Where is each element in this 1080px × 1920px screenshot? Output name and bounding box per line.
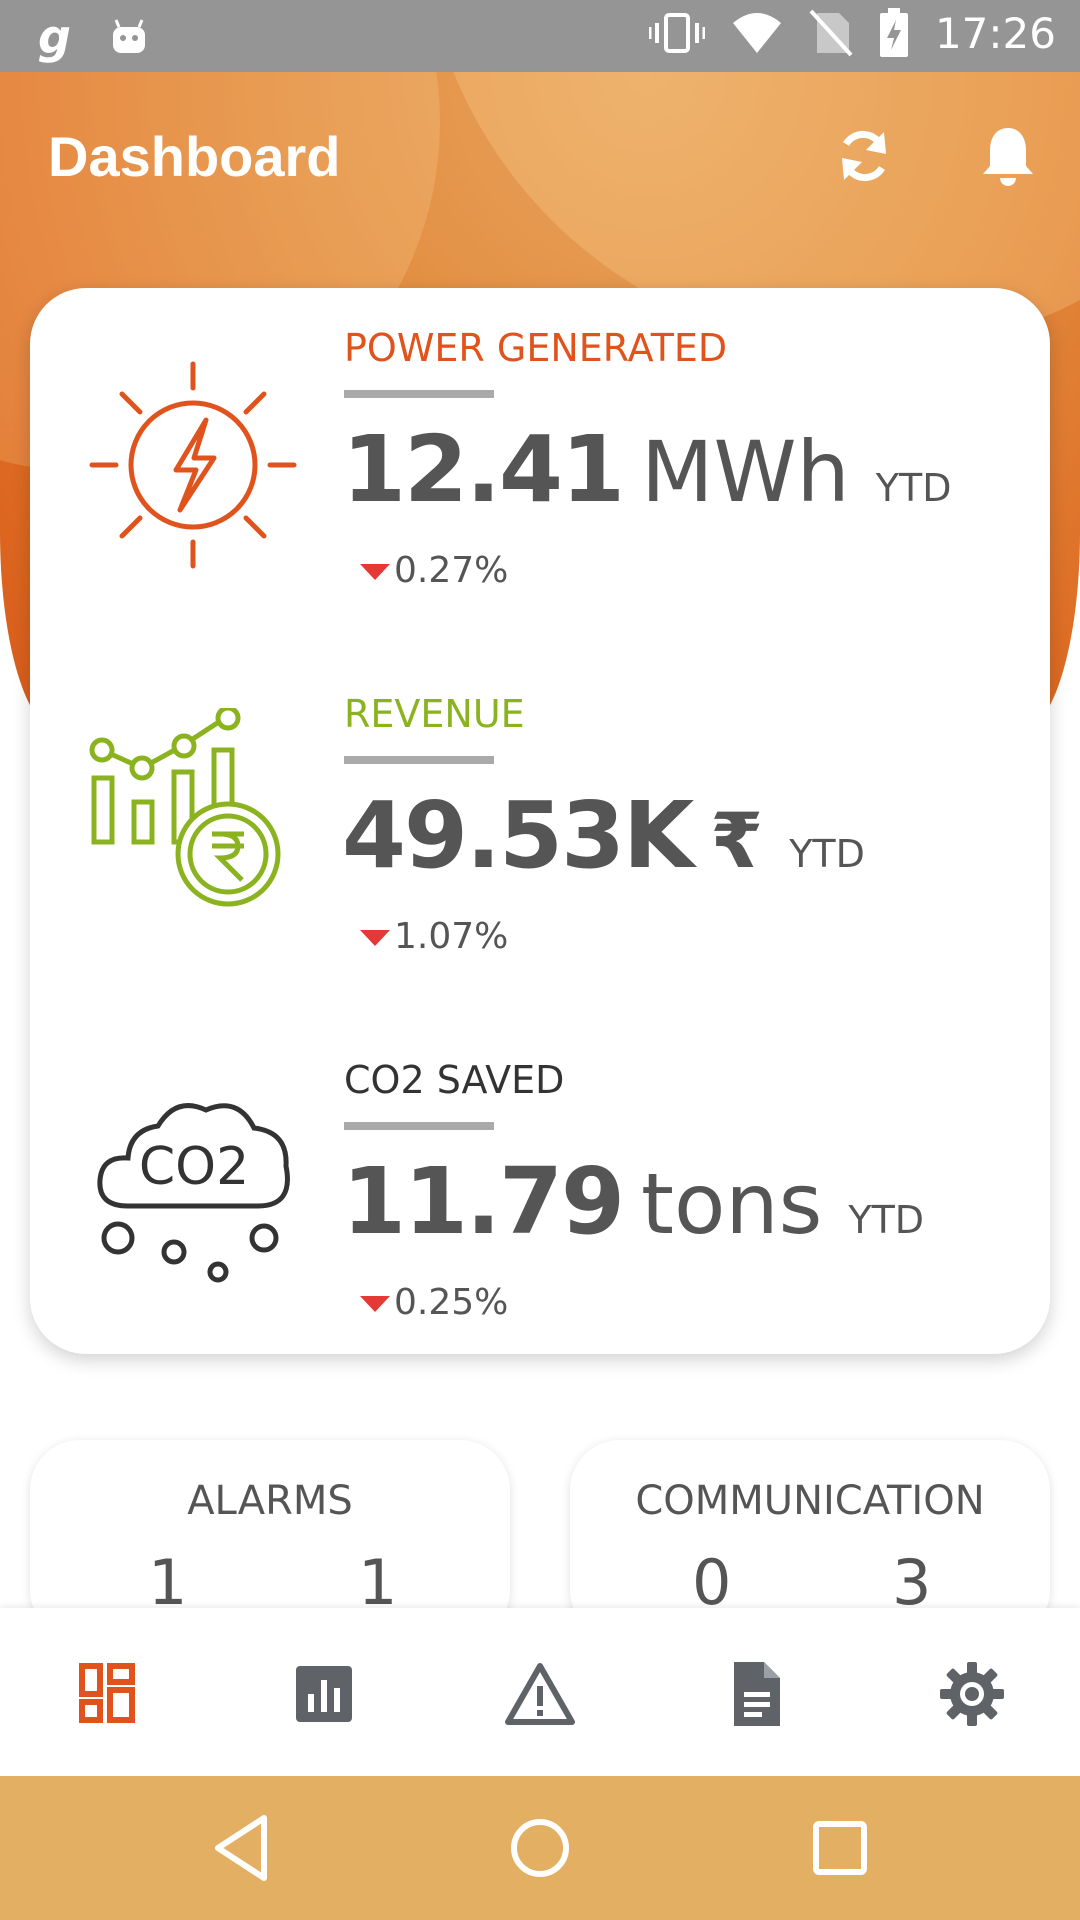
recents-icon	[813, 1821, 867, 1875]
wifi-icon	[732, 13, 781, 53]
bottom-nav	[0, 1608, 1080, 1776]
bell-icon	[983, 128, 1033, 186]
warning-icon	[505, 1663, 575, 1725]
sun-bolt-icon	[89, 361, 297, 569]
refresh-icon	[842, 130, 886, 182]
kpi-label: REVENUE	[344, 692, 525, 736]
nav-alarms[interactable]	[504, 1658, 576, 1730]
battery-charging-icon	[879, 8, 908, 57]
kpi-value: 49.53K	[342, 782, 694, 889]
kpi-period: YTD	[848, 1198, 925, 1242]
dashboard-icon	[79, 1663, 135, 1723]
no-sim-icon	[809, 9, 853, 57]
nav-settings[interactable]	[936, 1658, 1008, 1730]
kpi-change-value: 0.25%	[394, 1282, 509, 1323]
kpi-change: 1.07%	[360, 916, 509, 957]
bar-chart-icon	[296, 1666, 352, 1722]
back-button[interactable]	[200, 1808, 280, 1888]
page-title: Dashboard	[48, 125, 341, 188]
system-nav-bar	[0, 1776, 1080, 1920]
kpi-period: YTD	[789, 832, 865, 876]
kpi-unit: tons	[641, 1155, 823, 1253]
document-icon	[734, 1662, 780, 1726]
co2-cloud-icon: CO2	[97, 1103, 290, 1283]
divider	[344, 390, 494, 398]
nav-reports[interactable]	[288, 1658, 360, 1730]
kpi-change-value: 0.27%	[394, 550, 509, 591]
divider	[344, 756, 494, 764]
gear-icon	[940, 1662, 1004, 1726]
kpi-revenue[interactable]: REVENUE 49.53K ₹ YTD 1.07%	[30, 654, 1050, 994]
home-icon	[511, 1819, 569, 1877]
divider	[344, 1122, 494, 1130]
kpi-change: 0.27%	[360, 550, 509, 591]
home-button[interactable]	[500, 1808, 580, 1888]
kpi-label: CO2 SAVED	[344, 1058, 565, 1102]
kpi-unit: ₹	[710, 796, 764, 885]
kpi-value: 11.79	[342, 1148, 625, 1255]
vibrate-icon	[648, 13, 705, 53]
kpi-co2-saved[interactable]: CO2 CO2 SAVED 11.79 tons YTD 0.25%	[30, 1020, 1050, 1360]
down-arrow-icon	[360, 564, 390, 580]
kpi-label: POWER GENERATED	[344, 326, 728, 370]
kpi-change: 0.25%	[360, 1282, 509, 1323]
kpi-power-generated[interactable]: POWER GENERATED 12.41 MWh YTD 0.27%	[30, 288, 1050, 628]
kpi-period: YTD	[875, 466, 952, 510]
kpi-unit: MWh	[641, 423, 850, 521]
refresh-button[interactable]	[828, 120, 900, 192]
down-arrow-icon	[360, 1296, 390, 1312]
alarms-title: ALARMS	[187, 1478, 353, 1524]
android-icon	[112, 19, 145, 53]
communication-title: COMMUNICATION	[635, 1478, 985, 1524]
nav-documents[interactable]	[720, 1658, 792, 1730]
notifications-button[interactable]	[972, 120, 1044, 192]
svg-text:CO2: CO2	[139, 1137, 249, 1197]
app-notification-icon: g	[38, 10, 71, 64]
nav-dashboard[interactable]	[72, 1658, 144, 1730]
recents-button[interactable]	[800, 1808, 880, 1888]
back-icon	[215, 1815, 267, 1881]
kpi-change-value: 1.07%	[394, 916, 509, 957]
revenue-chart-icon	[89, 708, 281, 907]
status-bar: g 17:26	[0, 0, 1080, 72]
kpi-value: 12.41	[342, 416, 625, 523]
kpi-card: POWER GENERATED 12.41 MWh YTD 0.27% REVE…	[30, 288, 1050, 1354]
kpi-value-row: 12.41 MWh YTD	[342, 416, 951, 523]
kpi-value-row: 49.53K ₹ YTD	[342, 782, 865, 889]
clock: 17:26	[934, 8, 1056, 58]
down-arrow-icon	[360, 930, 390, 946]
kpi-value-row: 11.79 tons YTD	[342, 1148, 924, 1255]
